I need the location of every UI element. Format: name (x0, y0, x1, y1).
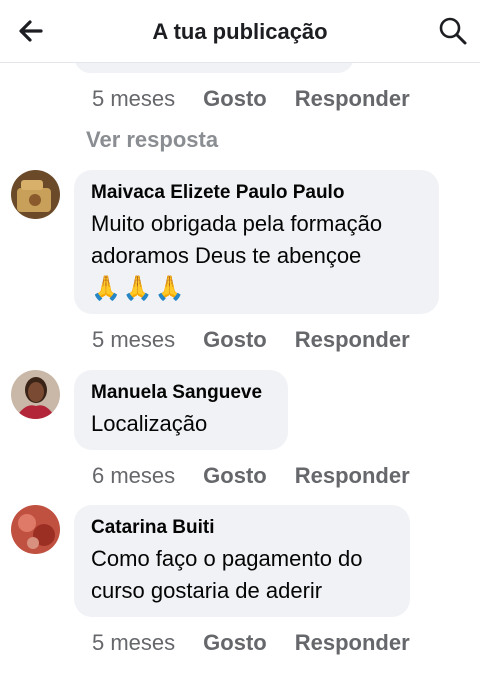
like-button[interactable]: Gosto (203, 327, 267, 353)
comment-actions: 5 meses Gosto Responder (92, 327, 410, 353)
avatar[interactable] (11, 505, 60, 554)
reply-button[interactable]: Responder (295, 463, 410, 489)
comment-text: Localização (91, 411, 208, 436)
comment-text: Muito obrigada pela formação adoramos De… (91, 211, 383, 268)
comment-time: 5 meses (92, 630, 176, 655)
see-replies-link[interactable]: Ver resposta (86, 127, 218, 153)
comment-bubble: Maivaca Elizete Paulo Paulo Muito obriga… (74, 170, 439, 314)
comment-author[interactable]: Catarina Buiti (91, 517, 392, 539)
comment-time: 5 meses (92, 86, 176, 111)
like-button[interactable]: Gosto (203, 86, 267, 112)
like-button[interactable]: Gosto (203, 463, 267, 489)
avatar[interactable] (11, 370, 60, 419)
previous-comment-actions: 5 meses Gosto Responder (92, 86, 410, 112)
reply-button[interactable]: Responder (295, 86, 410, 112)
search-icon[interactable] (436, 14, 470, 48)
comment-time: 6 meses (92, 463, 176, 488)
top-bar: A tua publicação (0, 0, 480, 63)
avatar[interactable] (11, 170, 60, 219)
comment-text: Como faço o pagamento do curso gostaria … (91, 546, 363, 603)
page-title: A tua publicação (152, 19, 328, 44)
reply-button[interactable]: Responder (295, 327, 410, 353)
comment-bubble: Manuela Sangueve Localização (74, 370, 288, 450)
reply-button[interactable]: Responder (295, 630, 410, 656)
comment-actions: 6 meses Gosto Responder (92, 463, 410, 489)
comment-author[interactable]: Maivaca Elizete Paulo Paulo (91, 182, 421, 204)
folded-hands-emoji: 🙏🙏🙏 (91, 275, 187, 302)
comment-bubble: Catarina Buiti Como faço o pagamento do … (74, 505, 410, 617)
comment-time: 5 meses (92, 327, 176, 352)
comment-author[interactable]: Manuela Sangueve (91, 382, 270, 404)
like-button[interactable]: Gosto (203, 630, 267, 656)
comment-actions: 5 meses Gosto Responder (92, 630, 410, 656)
